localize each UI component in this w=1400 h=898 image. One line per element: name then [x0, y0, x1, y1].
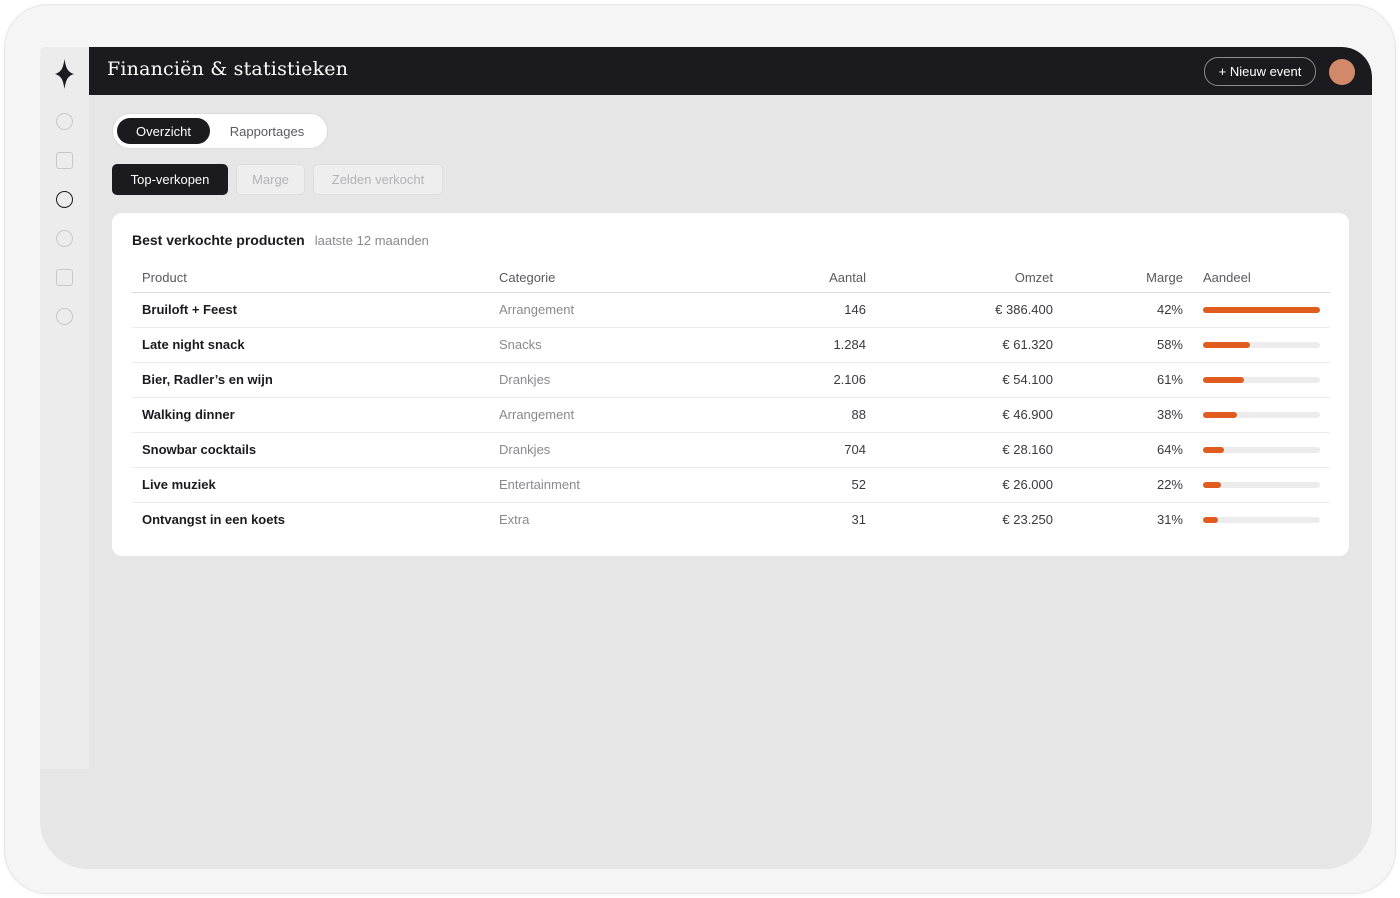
product-share	[1183, 292, 1330, 328]
rail-nav-item-5-icon[interactable]	[56, 269, 73, 286]
product-name: Bruiloft + Feest	[132, 292, 499, 328]
share-bar-fill	[1203, 446, 1225, 453]
top-bar: Financiën & statistieken + Nieuw event	[89, 47, 1372, 95]
tablet-frame: Financiën & statistieken + Nieuw event O…	[4, 4, 1396, 894]
column-header-category[interactable]: Categorie	[499, 263, 719, 293]
side-rail	[40, 47, 89, 769]
product-margin: 42%	[1053, 292, 1183, 328]
product-revenue: € 386.400	[866, 292, 1053, 328]
filter-rarely-sold-button[interactable]: Zelden verkocht	[313, 164, 443, 195]
share-bar-fill	[1203, 341, 1250, 348]
table-row[interactable]: Walking dinner Arrangement 88 € 46.900 38%	[132, 397, 1330, 433]
product-name: Walking dinner	[132, 397, 499, 433]
table-row[interactable]: Ontvangst in een koets Extra 31 € 23.250 31%	[132, 502, 1330, 537]
table-row[interactable]: Bier, Radler’s en wijn Drankjes 2.106 € 54.…	[132, 362, 1330, 398]
product-quantity: 88	[719, 397, 866, 433]
product-margin: 38%	[1053, 397, 1183, 433]
column-header-revenue[interactable]: Omzet	[866, 263, 1053, 293]
share-bar-track	[1203, 516, 1320, 523]
product-share	[1183, 397, 1330, 433]
product-name: Ontvangst in een koets	[142, 512, 286, 528]
table-row[interactable]: Live muziek Entertainment 52 € 26.000 22%	[132, 467, 1330, 503]
product-revenue: € 28.160	[866, 432, 1053, 468]
table-header-row: Product Categorie Aantal Omzet Marge Aan…	[132, 263, 1330, 293]
product-margin: 64%	[1053, 432, 1183, 468]
product-name: Snowbar cocktails	[132, 432, 499, 468]
product-category: Snacks	[499, 327, 719, 363]
product-category: Arrangement	[499, 292, 719, 328]
product-category: Entertainment	[499, 467, 719, 503]
share-bar-fill	[1203, 516, 1219, 523]
column-header-quantity[interactable]: Aantal	[719, 263, 866, 293]
product-margin: 31%	[1156, 512, 1183, 528]
product-name: Live muziek	[132, 467, 499, 503]
share-bar-fill	[1203, 481, 1221, 488]
top-products-card: Best verkochte producten laatste 12 maan…	[112, 213, 1349, 556]
product-revenue: € 54.100	[866, 362, 1053, 398]
column-header-margin[interactable]: Marge	[1053, 263, 1183, 293]
product-quantity: 2.106	[719, 362, 866, 398]
product-category: Drankjes	[499, 432, 719, 468]
view-tabs: Overzicht Rapportages	[112, 113, 328, 149]
tab-overview[interactable]: Overzicht	[117, 118, 210, 144]
table-row[interactable]: Late night snack Snacks 1.284 € 61.320 58%	[132, 327, 1330, 363]
rail-nav-item-1-icon[interactable]	[56, 113, 73, 130]
share-bar-track	[1203, 446, 1320, 453]
product-margin: 22%	[1053, 467, 1183, 503]
share-bar-fill	[1203, 411, 1237, 418]
share-bar-track	[1203, 306, 1320, 313]
products-table: Product Categorie Aantal Omzet Marge Aan…	[132, 263, 1330, 537]
card-header: Best verkochte producten laatste 12 maan…	[132, 232, 429, 248]
four-point-star-icon[interactable]	[55, 59, 74, 89]
column-header-share[interactable]: Aandeel	[1183, 263, 1330, 293]
product-share	[1183, 362, 1330, 398]
card-title: Best verkochte producten	[132, 232, 305, 248]
product-margin: 61%	[1053, 362, 1183, 398]
tab-reports[interactable]: Rapportages	[217, 118, 317, 144]
product-margin: 58%	[1053, 327, 1183, 363]
product-name: Bier, Radler’s en wijn	[132, 362, 499, 398]
new-event-button[interactable]: + Nieuw event	[1204, 57, 1316, 86]
product-quantity: 1.284	[719, 327, 866, 363]
share-bar-track	[1203, 481, 1320, 488]
rail-nav-item-2-icon[interactable]	[56, 152, 73, 169]
table-row[interactable]: Snowbar cocktails Drankjes 704 € 28.160 64%	[132, 432, 1330, 468]
product-name: Late night snack	[132, 327, 499, 363]
product-share	[1183, 467, 1330, 503]
share-bar-fill	[1203, 376, 1244, 383]
share-bar-track	[1203, 376, 1320, 383]
share-bar-track	[1203, 411, 1320, 418]
column-header-product[interactable]: Product	[132, 263, 499, 293]
product-revenue: € 23.250	[1002, 512, 1053, 528]
table-row[interactable]: Bruiloft + Feest Arrangement 146 € 386.400 4…	[132, 292, 1330, 328]
card-subtitle: laatste 12 maanden	[314, 233, 429, 248]
page-title: Financiën & statistieken	[107, 58, 349, 80]
share-bar-track	[1203, 341, 1320, 348]
product-category: Arrangement	[499, 397, 719, 433]
product-quantity: 704	[719, 432, 866, 468]
filter-top-sales-button[interactable]: Top-verkopen	[112, 164, 228, 195]
product-quantity: 31	[851, 512, 866, 528]
avatar[interactable]	[1329, 59, 1355, 85]
filter-margin-button[interactable]: Marge	[236, 164, 305, 195]
share-bar-fill	[1203, 306, 1320, 313]
product-revenue: € 46.900	[866, 397, 1053, 433]
rail-nav-item-4-icon[interactable]	[56, 230, 73, 247]
rail-nav-item-6-icon[interactable]	[56, 308, 73, 325]
product-revenue: € 26.000	[866, 467, 1053, 503]
product-share	[1183, 502, 1330, 537]
product-share	[1183, 432, 1330, 468]
product-revenue: € 61.320	[866, 327, 1053, 363]
product-category: Drankjes	[499, 362, 719, 398]
product-quantity: 146	[719, 292, 866, 328]
product-quantity: 52	[719, 467, 866, 503]
product-share	[1183, 327, 1330, 363]
rail-nav-item-3-icon[interactable]	[56, 191, 73, 208]
product-category: Extra	[499, 512, 530, 528]
app-screen: Financiën & statistieken + Nieuw event O…	[40, 47, 1372, 869]
